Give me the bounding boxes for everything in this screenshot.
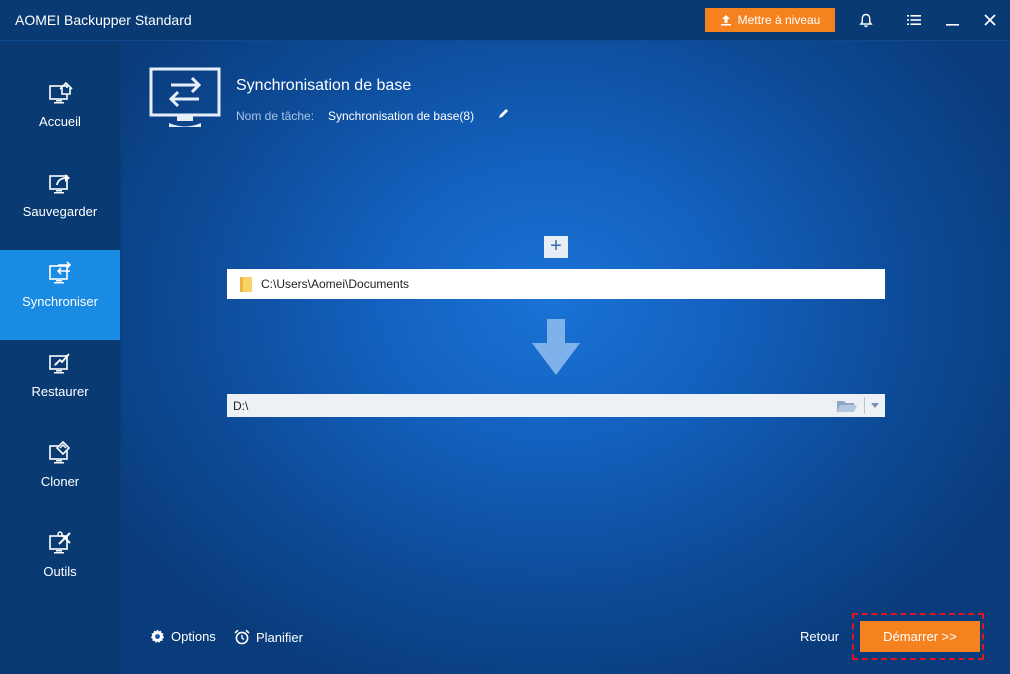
options-label: Options xyxy=(171,629,216,644)
home-monitor-icon xyxy=(49,81,73,104)
sidebar-item-outils[interactable]: Outils xyxy=(0,520,120,610)
down-arrow-icon xyxy=(532,319,580,375)
sidebar-item-label: Outils xyxy=(43,564,77,579)
task-name-value: Synchronisation de base(8) xyxy=(328,109,475,123)
schedule-label: Planifier xyxy=(256,629,303,645)
alarm-clock-icon xyxy=(234,629,250,645)
sidebar-item-label: Sauvegarder xyxy=(22,204,98,219)
minimize-icon[interactable] xyxy=(942,10,962,30)
browse-folder-icon[interactable] xyxy=(834,397,860,414)
options-button[interactable]: Options xyxy=(150,629,216,644)
sidebar-item-label: Synchroniser xyxy=(22,294,98,309)
app-window: AOMEI Backupper Standard Mettre à niveau xyxy=(0,0,1010,674)
destination-box xyxy=(227,394,885,417)
task-name-label: Nom de tâche: xyxy=(236,109,315,123)
notification-bell-icon[interactable] xyxy=(856,10,876,30)
source-folder-box[interactable]: C:\Users\Aomei\Documents xyxy=(227,269,885,299)
sidebar-item-accueil[interactable]: Accueil xyxy=(0,70,120,160)
gear-icon xyxy=(150,629,165,643)
title-bar: AOMEI Backupper Standard Mettre à niveau xyxy=(0,0,1010,41)
upgrade-arrow-icon xyxy=(720,15,731,26)
sidebar: Accueil Sauvegarder Synchroniser Restaur… xyxy=(0,41,120,674)
sidebar-item-cloner[interactable]: Cloner xyxy=(0,430,120,520)
upgrade-label: Mettre à niveau xyxy=(737,13,821,27)
clone-monitor-icon xyxy=(49,440,71,464)
tools-monitor-icon xyxy=(49,531,71,554)
sidebar-item-sauvegarder[interactable]: Sauvegarder xyxy=(0,160,120,250)
sync-task-monitor-icon xyxy=(149,67,221,127)
edit-pencil-icon[interactable] xyxy=(497,108,509,120)
close-icon[interactable] xyxy=(980,10,1000,30)
sidebar-item-label: Cloner xyxy=(40,474,80,489)
backup-monitor-icon xyxy=(49,174,70,194)
dropdown-separator xyxy=(864,397,865,414)
upgrade-button[interactable]: Mettre à niveau xyxy=(705,8,835,32)
dropdown-arrow-icon[interactable] xyxy=(867,397,883,414)
back-button[interactable]: Retour xyxy=(800,629,839,644)
app-title: AOMEI Backupper Standard xyxy=(15,12,192,28)
sync-monitor-icon xyxy=(49,261,72,284)
destination-input[interactable] xyxy=(233,395,823,416)
source-path: C:\Users\Aomei\Documents xyxy=(261,277,410,291)
start-button[interactable]: Démarrer >> xyxy=(860,621,980,652)
task-title: Synchronisation de base xyxy=(236,77,412,94)
sidebar-item-label: Accueil xyxy=(39,114,81,129)
add-source-button[interactable]: + xyxy=(544,236,568,258)
restore-monitor-icon xyxy=(49,353,70,374)
folder-icon xyxy=(240,276,252,292)
main-panel: Synchronisation de base Nom de tâche: Sy… xyxy=(121,41,1010,674)
sidebar-item-synchroniser[interactable]: Synchroniser xyxy=(0,250,120,340)
sidebar-item-label: Restaurer xyxy=(31,384,89,399)
menu-icon[interactable] xyxy=(904,10,924,30)
schedule-button[interactable]: Planifier xyxy=(234,629,303,645)
sidebar-item-restaurer[interactable]: Restaurer xyxy=(0,340,120,430)
